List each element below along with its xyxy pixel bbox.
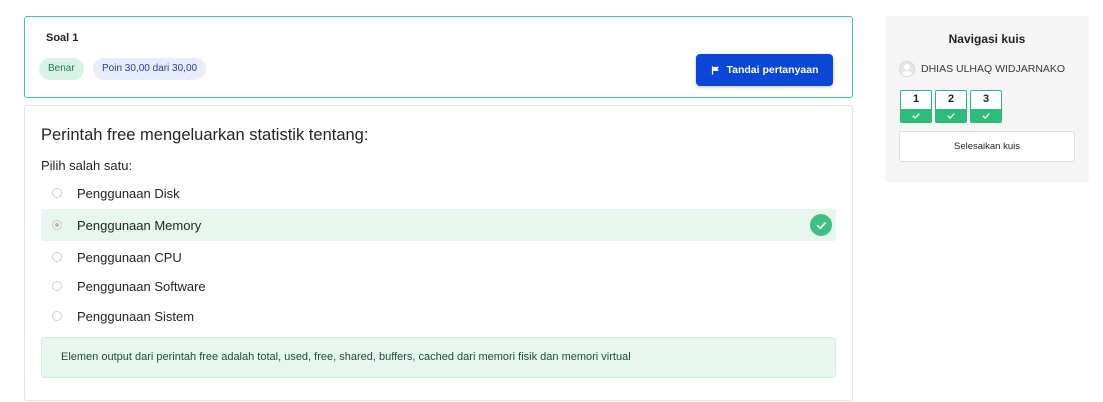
check-icon <box>936 109 966 122</box>
quiz-nav-button-1[interactable]: 1 <box>900 90 932 123</box>
answer-option[interactable]: Penggunaan Disk <box>41 177 836 209</box>
radio-button[interactable] <box>52 311 62 321</box>
answer-option-selected[interactable]: Penggunaan Memory <box>41 209 836 241</box>
status-badge: Benar <box>39 58 84 80</box>
general-feedback: Elemen output dari perintah free adalah … <box>41 337 836 378</box>
answer-option[interactable]: Penggunaan CPU <box>41 241 836 273</box>
user-name: DHIAS ULHAQ WIDJARNAKO <box>921 63 1066 75</box>
radio-button-selected[interactable] <box>52 220 62 230</box>
question-text: Perintah free mengeluarkan statistik ten… <box>41 126 369 144</box>
quiz-navigation-block: Navigasi kuis DHIAS ULHAQ WIDJARNAKO 1 2… <box>885 16 1089 182</box>
finish-attempt-button[interactable]: Selesaikan kuis <box>899 131 1075 162</box>
answer-option-label: Penggunaan Sistem <box>77 308 195 324</box>
radio-button[interactable] <box>52 252 62 262</box>
quiz-nav-number: 2 <box>947 93 955 105</box>
quiz-nav-button-3[interactable]: 3 <box>970 90 1002 123</box>
quiz-nav-number: 3 <box>982 93 990 105</box>
points-badge: Poin 30,00 dari 30,00 <box>93 58 207 80</box>
answer-option-label: Penggunaan CPU <box>77 249 182 265</box>
question-number: Soal 1 <box>46 32 79 44</box>
answer-option-label: Penggunaan Software <box>77 278 206 294</box>
answer-option[interactable]: Penggunaan Sistem <box>41 300 836 332</box>
radio-button[interactable] <box>52 188 62 198</box>
answer-option-label: Penggunaan Memory <box>77 217 202 233</box>
answer-prompt: Pilih salah satu: <box>41 158 133 173</box>
correct-check-icon <box>810 214 832 236</box>
flag-icon <box>711 65 719 75</box>
check-icon <box>971 109 1001 122</box>
flag-question-label: Tandai pertanyaan <box>726 64 819 76</box>
question-info-card: Soal 1 Benar Poin 30,00 dari 30,00 Tanda… <box>24 16 853 98</box>
user-info: DHIAS ULHAQ WIDJARNAKO <box>899 61 1065 77</box>
quiz-nav-number: 1 <box>912 93 920 105</box>
flag-question-button[interactable]: Tandai pertanyaan <box>696 54 833 86</box>
avatar <box>899 61 915 77</box>
radio-button[interactable] <box>52 281 62 291</box>
check-icon <box>901 109 931 122</box>
quiz-navigation-title: Navigasi kuis <box>948 32 1026 46</box>
answer-option-label: Penggunaan Disk <box>77 185 180 201</box>
answer-option[interactable]: Penggunaan Software <box>41 270 836 302</box>
question-content-card: Perintah free mengeluarkan statistik ten… <box>24 105 853 401</box>
quiz-nav-button-2[interactable]: 2 <box>935 90 967 123</box>
